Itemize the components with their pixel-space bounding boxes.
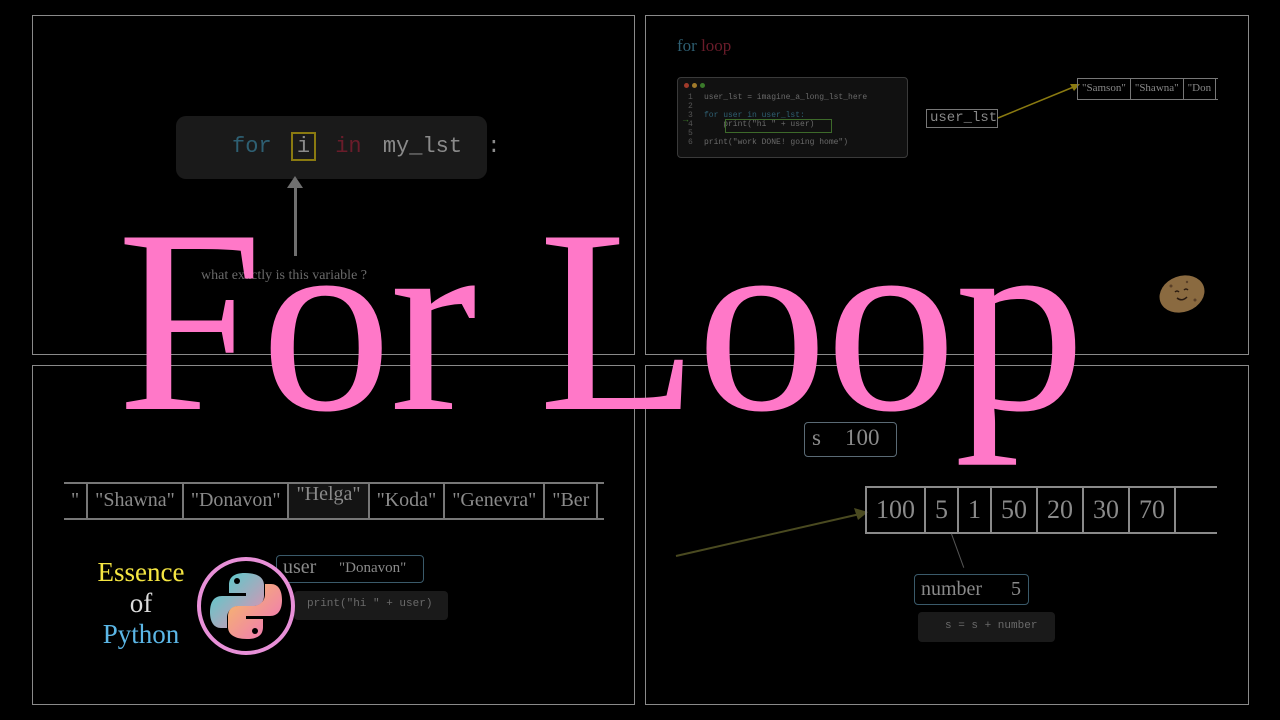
close-dot-icon (684, 83, 689, 88)
user-lst-variable: user_lst (926, 109, 998, 128)
potato-mascot-icon (1159, 275, 1205, 313)
code-line-1: 1 user_lst = imagine_a_long_lst_here (688, 93, 868, 102)
name-list-strip: " "Shawna" "Donavon" "Helga" "Koda" "Gen… (64, 482, 604, 520)
pointer-arrow-icon (675, 508, 868, 557)
code-line-5: 5 (688, 129, 693, 138)
keyword-for: for (232, 134, 272, 159)
panel-title: for loop (677, 36, 731, 56)
list-item: "Samson" (1078, 79, 1131, 99)
for-statement-code: for i in my_lst : (176, 116, 500, 179)
list-item: "Ber (545, 484, 599, 518)
user-variable-box: user "Donavon" (276, 555, 424, 583)
list-item: "Genevra" (445, 484, 546, 518)
python-logo-icon (197, 557, 295, 655)
sum-expression-text: s = s + number (945, 620, 1038, 632)
for-statement-line: for i in my_lst : (232, 132, 500, 161)
print-line-highlight (725, 119, 832, 133)
connector-line (951, 533, 965, 568)
list-item: 20 (1038, 488, 1084, 532)
number-variable-box: number 5 (914, 574, 1029, 605)
brand-line-python: Python (102, 619, 180, 649)
title-loop: loop (701, 36, 732, 55)
print-statement-text: print("hi " + user) (307, 598, 433, 610)
list-item: 100 (867, 488, 926, 532)
title-for: for (677, 36, 697, 55)
code-line-6: 6 print("work DONE! going home") (688, 138, 849, 147)
user-list-strip: "Samson" "Shawna" "Don (1077, 78, 1218, 100)
user-variable-value: "Donavon" (339, 560, 407, 576)
print-statement: print("hi " + user) (294, 591, 448, 620)
code-line-2: 2 (688, 102, 693, 111)
list-item: 70 (1130, 488, 1176, 532)
maximize-dot-icon (700, 83, 705, 88)
list-item: "Koda" (370, 484, 446, 518)
list-item: "Shawna" (88, 484, 184, 518)
colon: : (487, 134, 501, 159)
number-list-strip: 100 5 1 50 20 30 70 (865, 486, 1217, 534)
video-title: For Loop (117, 176, 1085, 466)
pointer-arrow-icon (997, 84, 1080, 119)
list-item: 1 (959, 488, 992, 532)
number-variable-label: number (921, 578, 983, 600)
minimize-dot-icon (692, 83, 697, 88)
brand-text: Essence of Python (89, 557, 193, 650)
keyword-in: in (335, 134, 362, 159)
list-item: " (64, 484, 89, 518)
list-item: 50 (992, 488, 1038, 532)
list-item: "Don (1184, 79, 1217, 99)
list-item: "Helga" (289, 484, 370, 518)
loop-variable-highlight: i (290, 132, 317, 161)
brand-line-of: of (129, 588, 153, 618)
number-variable-value: 5 (1011, 578, 1021, 600)
iterable-name: my_lst (382, 134, 463, 159)
list-item: 30 (1084, 488, 1130, 532)
list-item: "Donavon" (184, 484, 290, 518)
brand-line-essence: Essence (97, 557, 185, 587)
list-item: "Shawna" (1131, 79, 1184, 99)
list-item: 5 (926, 488, 959, 532)
code-editor: → 1 user_lst = imagine_a_long_lst_here 2 … (677, 77, 908, 158)
sum-expression: s = s + number (918, 612, 1055, 642)
